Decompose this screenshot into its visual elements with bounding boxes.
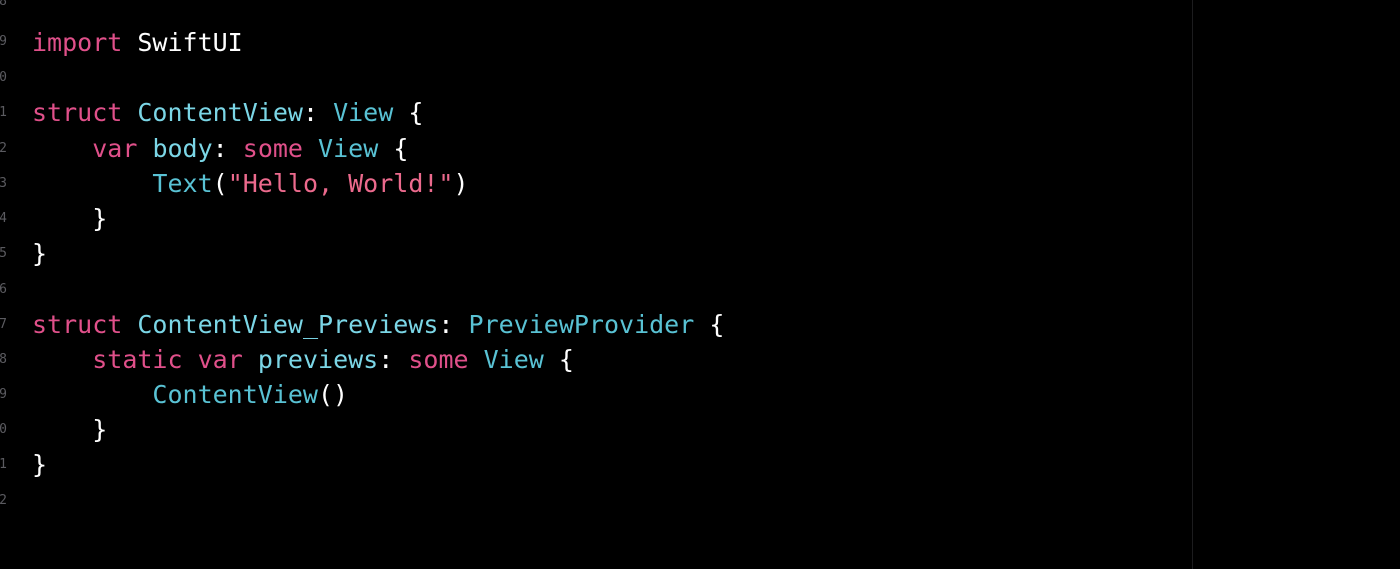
token-plain: { bbox=[543, 344, 574, 374]
line-number: 9 bbox=[0, 387, 7, 402]
code-editor[interactable]: 8 9 0 1 2 3 4 5 6 7 8 9 0 1 2 import SwiftUI struct Con… bbox=[0, 0, 1400, 569]
token-keyword: var bbox=[197, 344, 243, 374]
token-keyword: static bbox=[92, 344, 183, 374]
code-line[interactable]: } bbox=[32, 236, 1182, 271]
token-plain: : bbox=[378, 344, 409, 374]
line-number-gutter: 8 9 0 1 2 3 4 5 6 7 8 9 0 1 2 bbox=[0, 0, 10, 569]
code-line[interactable] bbox=[32, 60, 1182, 95]
token-keyword: some bbox=[242, 133, 303, 163]
token-declaration: ContentView bbox=[137, 98, 303, 128]
code-line[interactable]: struct ContentView_Previews: PreviewProv… bbox=[32, 307, 1182, 342]
token-plain: ) bbox=[453, 168, 469, 198]
token-declaration: body bbox=[152, 133, 213, 163]
token-declaration: ContentView_Previews bbox=[137, 309, 439, 339]
token-declaration: previews bbox=[257, 344, 379, 374]
line-number: 0 bbox=[0, 422, 7, 437]
token-plain: : bbox=[212, 133, 243, 163]
line-number: 4 bbox=[0, 211, 7, 226]
line-number: 2 bbox=[0, 493, 7, 508]
code-line[interactable]: } bbox=[32, 412, 1182, 447]
token-type: PreviewProvider bbox=[468, 309, 695, 339]
code-line[interactable]: var body: some View { bbox=[32, 131, 1182, 166]
token-plain: { bbox=[378, 133, 409, 163]
token-keyword: import bbox=[32, 28, 123, 57]
token-plain: { bbox=[694, 309, 725, 339]
line-number: 9 bbox=[0, 34, 7, 49]
line-number: 3 bbox=[0, 176, 7, 191]
token-plain: : bbox=[438, 309, 469, 339]
line-number: 7 bbox=[0, 317, 7, 332]
line-number: 8 bbox=[0, 352, 7, 367]
code-line[interactable]: } bbox=[32, 201, 1182, 236]
code-line[interactable]: struct ContentView: View { bbox=[32, 95, 1182, 130]
line-number: 2 bbox=[0, 141, 7, 156]
token-keyword: struct bbox=[32, 309, 123, 339]
token-keyword: struct bbox=[32, 98, 123, 128]
page-guide-divider bbox=[1192, 0, 1193, 569]
token-plain: () bbox=[318, 379, 349, 409]
code-line[interactable]: Text("Hello, World!") bbox=[32, 166, 1182, 201]
line-number: 1 bbox=[0, 457, 7, 472]
token-plain: ( bbox=[212, 168, 228, 198]
token-type: Text bbox=[152, 168, 213, 198]
token-type: ContentView bbox=[152, 379, 318, 409]
token-keyword: some bbox=[408, 344, 469, 374]
token-plain: } bbox=[32, 203, 108, 233]
token-type: View bbox=[318, 133, 379, 163]
code-line[interactable]: } bbox=[32, 447, 1182, 482]
token-plain: } bbox=[32, 239, 48, 269]
token-plain: } bbox=[32, 450, 48, 480]
line-number: 6 bbox=[0, 282, 7, 297]
token-keyword: var bbox=[92, 133, 138, 163]
token-type: View bbox=[333, 98, 394, 128]
line-number: 5 bbox=[0, 246, 7, 261]
line-number: 0 bbox=[0, 70, 7, 85]
token-type: View bbox=[483, 344, 544, 374]
line-number: 8 bbox=[0, 0, 7, 9]
source-text-area[interactable]: import SwiftUI struct ContentView: View {… bbox=[32, 25, 1182, 482]
code-line[interactable]: import SwiftUI bbox=[32, 25, 1182, 60]
token-plain: } bbox=[32, 415, 108, 445]
line-number: 1 bbox=[0, 105, 7, 120]
token-plain: { bbox=[393, 98, 424, 128]
token-plain: SwiftUI bbox=[122, 28, 243, 57]
token-string: "Hello, World!" bbox=[227, 168, 454, 198]
code-line[interactable]: static var previews: some View { bbox=[32, 342, 1182, 377]
token-plain: : bbox=[302, 98, 334, 128]
code-line[interactable]: ContentView() bbox=[32, 377, 1182, 412]
code-line[interactable] bbox=[32, 271, 1182, 306]
